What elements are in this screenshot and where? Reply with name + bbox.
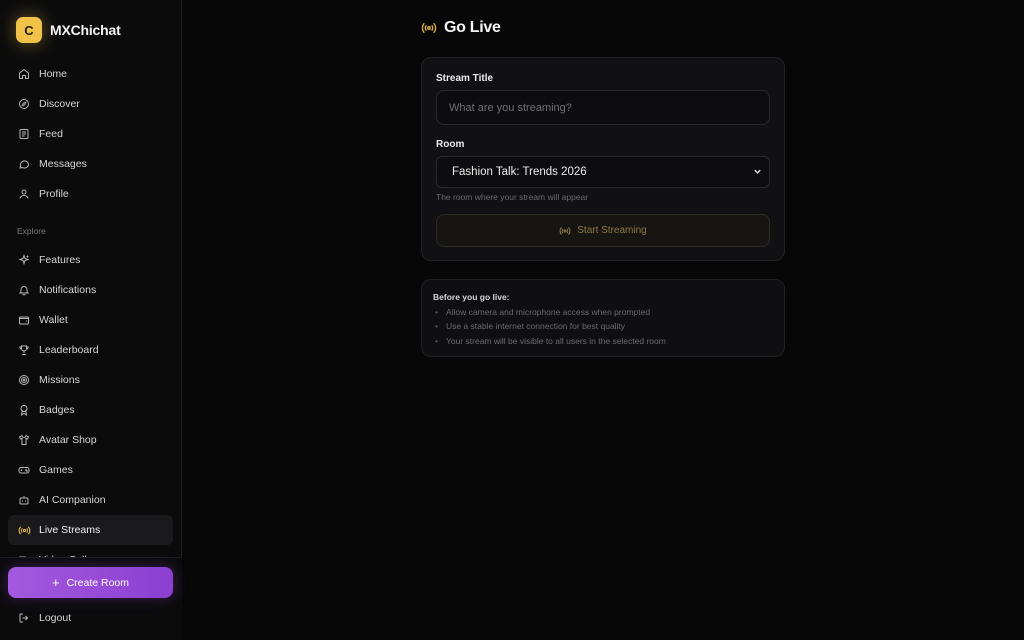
sidebar: C MXChichat Home Discover Feed Messages …: [0, 0, 182, 640]
wallet-icon: [17, 313, 31, 327]
sidebar-item-label: Avatar Shop: [39, 434, 97, 446]
chevron-down-icon: [752, 166, 763, 180]
sidebar-item-label: Leaderboard: [39, 344, 99, 356]
info-list: Allow camera and microphone access when …: [433, 305, 773, 348]
sidebar-item-messages[interactable]: Messages: [8, 149, 173, 179]
create-room-label: Create Room: [66, 576, 130, 589]
sidebar-item-badges[interactable]: Badges: [8, 395, 173, 425]
sidebar-item-leaderboard[interactable]: Leaderboard: [8, 335, 173, 365]
gamepad-icon: [17, 463, 31, 477]
home-icon: [17, 67, 31, 81]
page-title: Go Live: [444, 19, 501, 36]
stream-title-input[interactable]: What are you streaming?: [436, 90, 770, 125]
sidebar-item-label: Profile: [39, 188, 69, 200]
stream-title-placeholder: What are you streaming?: [449, 101, 572, 114]
target-icon: [17, 373, 31, 387]
sidebar-item-discover[interactable]: Discover: [8, 89, 173, 119]
sidebar-item-notifications[interactable]: Notifications: [8, 275, 173, 305]
sidebar-item-label: Notifications: [39, 284, 97, 296]
create-room-button[interactable]: + Create Room: [8, 567, 173, 598]
sidebar-item-home[interactable]: Home: [8, 59, 173, 89]
logout-button[interactable]: Logout: [8, 603, 173, 633]
sidebar-item-profile[interactable]: Profile: [8, 179, 173, 209]
plus-icon: +: [51, 575, 60, 590]
sidebar-item-wallet[interactable]: Wallet: [8, 305, 173, 335]
brand-name: MXChichat: [50, 22, 121, 38]
sidebar-item-live-streams[interactable]: Live Streams: [8, 515, 173, 545]
trophy-icon: [17, 343, 31, 357]
bot-icon: [17, 493, 31, 507]
sidebar-item-feed[interactable]: Feed: [8, 119, 173, 149]
sidebar-item-games[interactable]: Games: [8, 455, 173, 485]
room-label: Room: [436, 139, 465, 150]
page-header: Go Live: [421, 19, 501, 37]
sidebar-item-label: Games: [39, 464, 73, 476]
list-item: Use a stable internet connection for bes…: [433, 319, 773, 333]
sidebar-item-label: Wallet: [39, 314, 68, 326]
feed-icon: [17, 127, 31, 141]
sidebar-item-label: Badges: [39, 404, 75, 416]
list-item: Allow camera and microphone access when …: [433, 305, 773, 319]
broadcast-icon: [559, 225, 571, 237]
explore-section-label: Explore: [17, 225, 46, 236]
sidebar-item-missions[interactable]: Missions: [8, 365, 173, 395]
start-streaming-label: Start Streaming: [577, 225, 647, 236]
sidebar-item-label: Features: [39, 254, 81, 266]
sidebar-item-ai-companion[interactable]: AI Companion: [8, 485, 173, 515]
sidebar-item-label: Live Streams: [39, 524, 101, 536]
sidebar-item-label: AI Companion: [39, 494, 106, 506]
info-title: Before you go live:: [433, 292, 510, 302]
bell-icon: [17, 283, 31, 297]
sidebar-item-label: Messages: [39, 158, 87, 170]
brand[interactable]: C MXChichat: [16, 17, 121, 43]
logout-icon: [17, 611, 31, 625]
logout-label: Logout: [39, 612, 72, 624]
badge-icon: [17, 403, 31, 417]
sidebar-footer: + Create Room Logout: [0, 557, 182, 640]
sidebar-nav: Home Discover Feed Messages Profile Expl…: [8, 59, 173, 575]
stream-title-label: Stream Title: [436, 73, 494, 84]
sidebar-item-label: Discover: [39, 98, 80, 110]
message-icon: [17, 157, 31, 171]
sparkles-icon: [17, 253, 31, 267]
broadcast-icon: [421, 20, 437, 36]
sidebar-item-label: Feed: [39, 128, 63, 140]
room-hint: The room where your stream will appear: [436, 192, 589, 202]
room-selected-value: Fashion Talk: Trends 2026: [452, 166, 587, 178]
before-live-info: Before you go live: Allow camera and mic…: [421, 279, 785, 357]
list-item: Your stream will be visible to all users…: [433, 334, 773, 348]
user-icon: [17, 187, 31, 201]
shirt-icon: [17, 433, 31, 447]
go-live-form: Stream Title What are you streaming? Roo…: [421, 57, 785, 261]
room-select[interactable]: Fashion Talk: Trends 2026: [436, 156, 770, 188]
sidebar-item-avatar-shop[interactable]: Avatar Shop: [8, 425, 173, 455]
brand-logo: C: [16, 17, 42, 43]
compass-icon: [17, 97, 31, 111]
start-streaming-button[interactable]: Start Streaming: [436, 214, 770, 247]
sidebar-item-features[interactable]: Features: [8, 245, 173, 275]
sidebar-item-label: Missions: [39, 374, 80, 386]
sidebar-item-label: Home: [39, 68, 68, 80]
broadcast-icon: [17, 523, 31, 537]
